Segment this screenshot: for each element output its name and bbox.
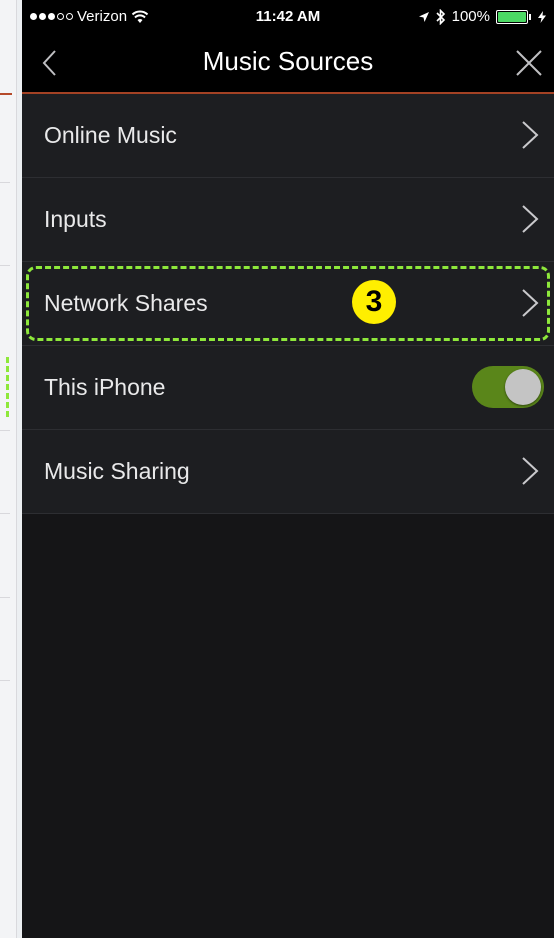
list-item-label: This iPhone [44, 374, 166, 400]
previous-screen-separator [0, 265, 10, 266]
page: Verizon 11:42 AM 100% Music Sources Onli… [0, 0, 554, 938]
chevron-right-icon [522, 289, 539, 317]
previous-screen-separator [0, 680, 10, 681]
this-iphone-toggle[interactable] [472, 366, 544, 408]
bluetooth-icon [436, 8, 445, 25]
list-item-label: Inputs [44, 206, 107, 232]
status-bar: Verizon 11:42 AM 100% [22, 0, 554, 34]
previous-screen-separator [0, 597, 10, 598]
previous-screen-divider [0, 93, 12, 95]
chevron-right-icon [522, 457, 539, 485]
navigation-bar: Music Sources [22, 34, 554, 94]
previous-screen-separator [0, 430, 10, 431]
status-bar-right: 100% [418, 8, 546, 25]
location-arrow-icon [418, 11, 429, 22]
previous-screen-edge [0, 0, 17, 938]
close-button[interactable] [514, 48, 544, 78]
music-sources-list: Online Music Inputs Network Shares 3 Thi… [22, 94, 554, 514]
list-item-network-shares[interactable]: Network Shares 3 [22, 262, 554, 346]
list-item-label: Network Shares [44, 290, 208, 316]
previous-screen-separator [0, 513, 10, 514]
list-item-inputs[interactable]: Inputs [22, 178, 554, 262]
previous-screen-highlight [0, 357, 9, 417]
empty-background [22, 514, 554, 938]
close-icon [516, 50, 542, 76]
battery-icon [496, 9, 531, 24]
page-title: Music Sources [202, 46, 374, 76]
charging-bolt-icon [538, 10, 546, 23]
step-number-badge: 3 [352, 280, 396, 324]
chevron-right-icon [522, 121, 539, 149]
list-item-music-sharing[interactable]: Music Sharing [22, 430, 554, 514]
music-sources-screen: Verizon 11:42 AM 100% Music Sources Onli… [22, 0, 554, 938]
list-item-this-iphone: This iPhone [22, 346, 554, 430]
chevron-right-icon [522, 205, 539, 233]
previous-screen-separator [0, 182, 10, 183]
list-item-online-music[interactable]: Online Music [22, 94, 554, 178]
toggle-knob [505, 369, 541, 405]
battery-percent: 100% [451, 8, 490, 25]
list-item-label: Music Sharing [44, 458, 190, 484]
list-item-label: Online Music [44, 122, 177, 148]
